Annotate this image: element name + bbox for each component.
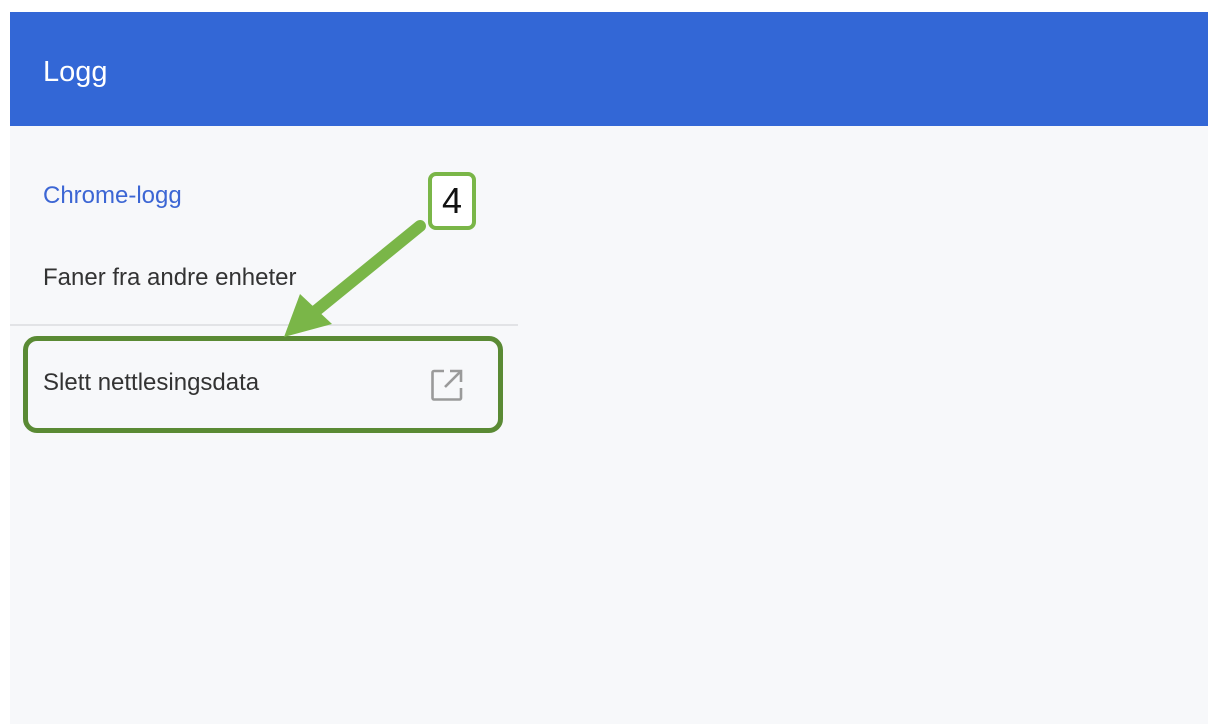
sidebar-item-chrome-history[interactable]: Chrome-logg: [43, 182, 182, 210]
toolbar: Logg: [10, 12, 1208, 126]
clear-browsing-data-link[interactable]: Slett nettlesingsdata: [10, 336, 518, 430]
history-page: Logg Chrome-logg Faner fra andre enheter…: [10, 12, 1208, 724]
sidebar-divider: [10, 324, 518, 326]
annotation-arrow-icon: [284, 220, 426, 337]
open-in-new-icon: [431, 369, 463, 401]
sidebar-item-tabs-other-devices[interactable]: Faner fra andre enheter: [43, 264, 297, 292]
page-title: Logg: [43, 56, 108, 88]
step-number-badge: 4: [428, 172, 476, 230]
clear-browsing-data-label: Slett nettlesingsdata: [43, 369, 260, 396]
